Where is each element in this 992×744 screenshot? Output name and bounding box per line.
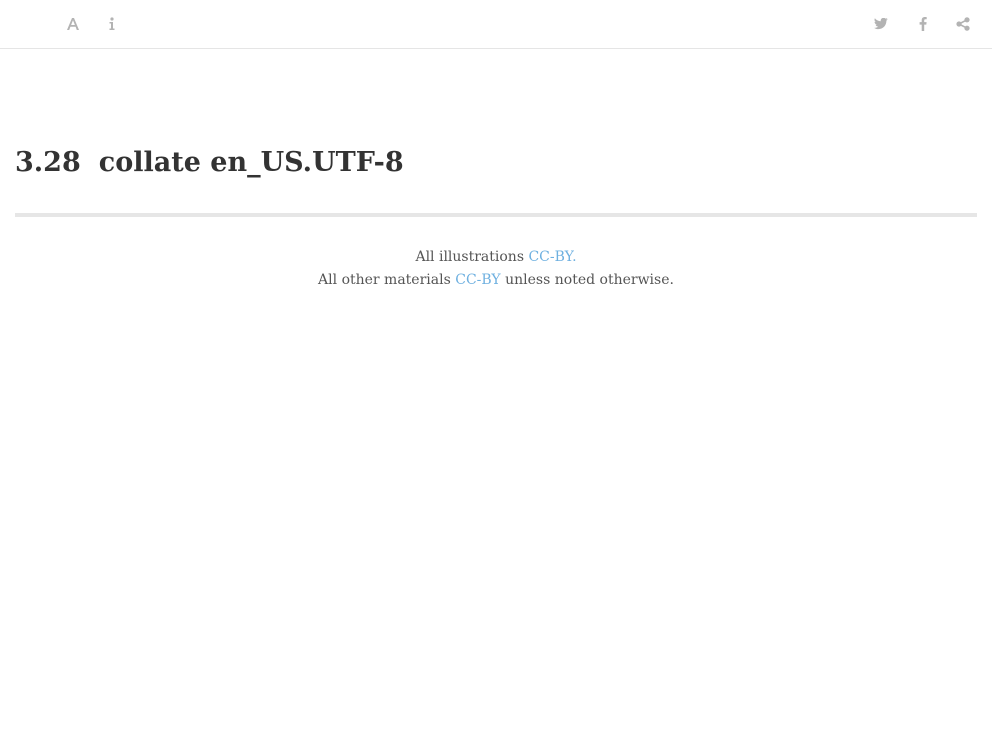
license-footer: All illustrations CC-BY. All other mater… [0,246,992,292]
materials-license-line: All other materials CC-BY unless noted o… [0,269,992,292]
font-settings-button[interactable] [63,14,83,34]
share-icon [956,17,970,31]
materials-license-suffix: unless noted otherwise. [500,272,674,288]
illustrations-license-link[interactable]: CC-BY. [528,249,576,265]
section-title: collate en_US.UTF-8 [98,147,404,178]
info-button[interactable] [102,14,122,34]
section-number: 3.28 [15,147,81,178]
top-toolbar [0,0,992,49]
illustrations-license-text: All illustrations [415,249,529,265]
materials-license-text: All other materials [318,272,456,288]
twitter-share-button[interactable] [871,14,891,34]
share-button[interactable] [953,14,973,34]
title-divider [15,213,977,217]
font-icon [66,17,80,31]
facebook-icon [919,17,927,31]
illustrations-license-line: All illustrations CC-BY. [0,246,992,269]
page-title: 3.28 collate en_US.UTF-8 [15,143,404,183]
materials-license-link[interactable]: CC-BY [455,272,500,288]
info-icon [108,17,116,31]
twitter-icon [874,18,888,30]
facebook-share-button[interactable] [913,14,933,34]
